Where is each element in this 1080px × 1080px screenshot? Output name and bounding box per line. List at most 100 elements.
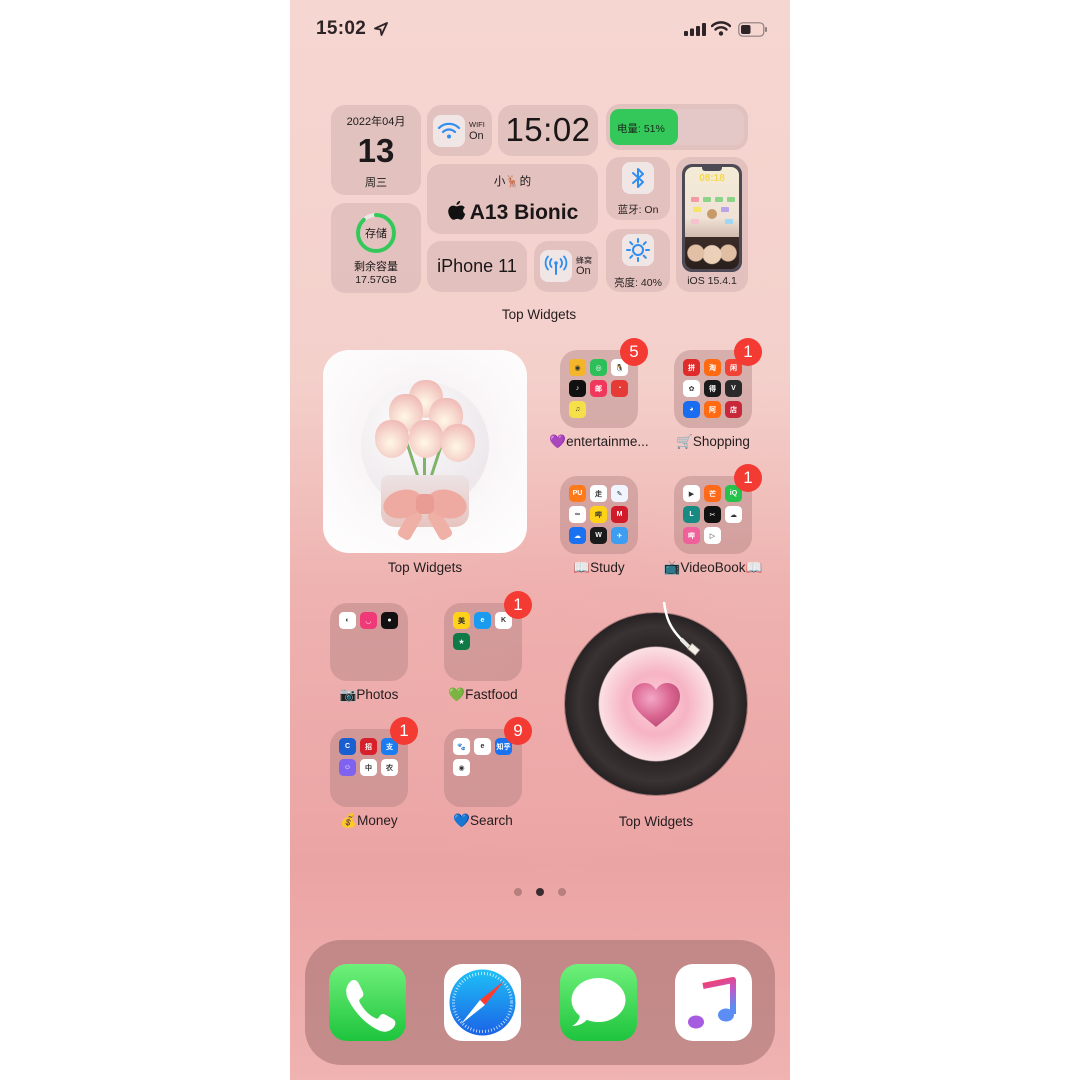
vinyl-record-widget[interactable] bbox=[565, 613, 747, 795]
sticker bbox=[691, 219, 699, 224]
folder-app-grid: ▶ 芒 iQ L ✂ ☁ 哔 ▷ bbox=[683, 485, 743, 544]
phone-icon bbox=[346, 980, 396, 1032]
compass-icon bbox=[449, 969, 516, 1036]
owner-label: 小🦌的 bbox=[493, 176, 532, 188]
mini-app-bilibili-icon: 哔 bbox=[683, 527, 700, 544]
mini-app-capcut-icon: ✂ bbox=[704, 506, 721, 523]
dock-app-music[interactable] bbox=[675, 964, 752, 1041]
sticker bbox=[715, 197, 723, 202]
folder[interactable]: 拼淘闲 ✿ 得 V ◕ 阿店 1 bbox=[674, 338, 762, 428]
mini-app-douyin-icon: ♪ bbox=[569, 380, 586, 397]
mini-app-l-app-icon: L bbox=[683, 506, 700, 523]
mini-app-ccb-icon: C bbox=[339, 738, 356, 755]
storage-value: 17.57GB bbox=[355, 274, 397, 286]
sticker bbox=[727, 197, 735, 202]
battery-track: 电量: 51% bbox=[610, 109, 744, 145]
notification-badge: 1 bbox=[734, 464, 762, 492]
notification-badge: 9 bbox=[504, 717, 532, 745]
chip-name: A13 Bionic bbox=[469, 201, 579, 224]
phone-preview-screen: 08:18 bbox=[685, 167, 739, 269]
folder[interactable]: ▶ 芒 iQ L ✂ ☁ 哔 ▷ 1 bbox=[674, 464, 762, 554]
tulip bbox=[375, 420, 409, 458]
date-year-month: 2022年04月 bbox=[346, 116, 406, 128]
page-dot[interactable] bbox=[514, 888, 522, 896]
model-widget[interactable]: iPhone 11 bbox=[427, 241, 527, 292]
battery-label: 电量: 51% bbox=[617, 123, 665, 135]
mini-app-beauty-cam-icon: ◡ bbox=[360, 612, 377, 629]
model-name: iPhone 11 bbox=[437, 256, 517, 276]
storage-widget[interactable]: 存储 剩余容量 17.57GB bbox=[331, 203, 421, 293]
wifi-widget[interactable]: WIFI On bbox=[427, 105, 492, 156]
sticker bbox=[707, 209, 717, 219]
sticker bbox=[703, 197, 711, 202]
mini-app-eleme-icon: e bbox=[474, 612, 491, 629]
bluetooth-widget[interactable]: 蓝牙: On bbox=[606, 157, 670, 220]
notification-badge: 1 bbox=[734, 338, 762, 366]
folder-app-grid: C 招支 ☺ 中农 bbox=[339, 738, 399, 776]
widget-stack-label: Top Widgets bbox=[501, 307, 577, 322]
mini-app-edge-icon: e bbox=[474, 738, 491, 755]
ios-version-label: iOS 15.4.1 bbox=[687, 275, 737, 287]
folder[interactable]: PU 走 ✎ ∞ 哔 M ☁ W ✈ bbox=[560, 476, 638, 554]
folder[interactable]: 美 e K ★ 1 bbox=[444, 591, 532, 681]
mini-app-video-player-icon: ▷ bbox=[704, 527, 721, 544]
mini-app-taobao-icon: 淘 bbox=[704, 359, 721, 376]
folder-label: 💰Money bbox=[340, 813, 398, 828]
chip-widget[interactable]: 小🦌的 A13 Bionic bbox=[427, 164, 598, 234]
date-day: 13 bbox=[357, 132, 395, 169]
folder[interactable]: ◉ ◎ 🐧 ♪ 邮 ◔ ♫ 5 bbox=[560, 338, 648, 428]
folder[interactable]: ◐ ◡ ● bbox=[330, 603, 408, 681]
mini-app-qq-music-icon: ♫ bbox=[569, 401, 586, 418]
brightness-label: 亮度: 40% bbox=[614, 277, 662, 289]
battery-widget[interactable]: 电量: 51% bbox=[606, 104, 748, 150]
speech-bubble-icon bbox=[571, 978, 626, 1026]
phone-notch bbox=[702, 167, 722, 171]
mini-app-netease-music-icon: ◔ bbox=[611, 380, 628, 397]
dock-app-phone[interactable] bbox=[329, 964, 406, 1041]
phone-preview-clock: 08:18 bbox=[699, 173, 725, 184]
dock-app-safari[interactable] bbox=[444, 964, 521, 1041]
mini-app-meituan-flower-icon: ✿ bbox=[683, 380, 700, 397]
mini-app-baidu-netdisk-icon: ☁ bbox=[725, 506, 742, 523]
cellular-tile bbox=[540, 250, 572, 282]
bow-knot bbox=[416, 494, 434, 514]
sticker bbox=[725, 219, 733, 224]
mini-app-quark-icon: ◉ bbox=[453, 759, 470, 776]
mini-app-cmb-icon: 招 bbox=[360, 738, 377, 755]
folder[interactable]: 🐾 e 知乎 ◉ 9 bbox=[444, 717, 532, 807]
page-dot[interactable] bbox=[536, 888, 544, 896]
dock-app-messages[interactable] bbox=[560, 964, 637, 1041]
mini-app-wechat-icon: ◎ bbox=[590, 359, 607, 376]
folder-app-grid: 拼淘闲 ✿ 得 V ◕ 阿店 bbox=[683, 359, 743, 418]
folder-app-grid: 🐾 e 知乎 ◉ bbox=[453, 738, 513, 776]
page-dot[interactable] bbox=[558, 888, 566, 896]
mini-app-boc-icon: 中 bbox=[360, 759, 377, 776]
brightness-widget[interactable]: 亮度: 40% bbox=[606, 229, 670, 292]
mini-app-keep-icon: 走 bbox=[590, 485, 607, 502]
mini-app-alibaba-icon: 阿 bbox=[704, 401, 721, 418]
phone-preview-photo bbox=[685, 237, 739, 269]
folder-label: 🛒Shopping bbox=[676, 434, 750, 449]
page-indicator[interactable] bbox=[290, 888, 790, 896]
mini-app-netease-mail-icon: 邮 bbox=[590, 380, 607, 397]
ios-version-widget[interactable]: 08:18 iOS 15.4.1 bbox=[676, 157, 748, 292]
folder[interactable]: C 招支 ☺ 中农 1 bbox=[330, 717, 418, 807]
storage-label: 剩余容量 bbox=[354, 261, 398, 273]
mini-app-starbucks-icon: ★ bbox=[453, 633, 470, 650]
sticker bbox=[691, 197, 699, 202]
apple-logo-icon bbox=[447, 200, 465, 220]
mini-app-abc-icon: 农 bbox=[381, 759, 398, 776]
folder-label: 💙Search bbox=[453, 813, 513, 828]
tulip-widget[interactable] bbox=[323, 350, 527, 553]
date-widget[interactable]: 2022年04月 13 周三 bbox=[331, 105, 421, 195]
mini-app-bird-icon: ✈ bbox=[611, 527, 628, 544]
cellular-widget[interactable]: 蜂窝 On bbox=[534, 241, 598, 292]
folder-label: 💜entertainme... bbox=[549, 434, 649, 449]
folder-label: 📖Study bbox=[573, 560, 625, 575]
dock bbox=[305, 940, 775, 1065]
tulip bbox=[409, 420, 443, 458]
clock-widget[interactable]: 15:02 bbox=[498, 105, 598, 156]
mini-app-jd-icon: ◕ bbox=[683, 401, 700, 418]
mini-app-mm-icon: M bbox=[611, 506, 628, 523]
brightness-tile bbox=[622, 234, 654, 266]
